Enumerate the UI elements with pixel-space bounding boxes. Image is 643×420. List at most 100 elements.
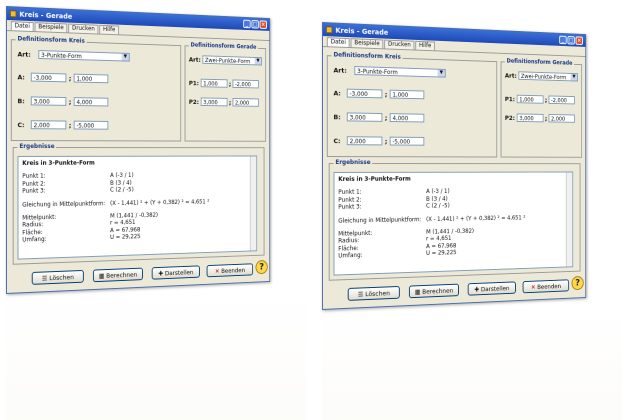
group-gerade: Definitionsform Gerade Art: Zwei-Punkte-… <box>184 41 267 142</box>
plot-icon: ✚ <box>474 285 480 294</box>
separator: ; <box>68 121 72 129</box>
group-kreis: Definitionsform Kreis Art: 3-Punkte-Form… <box>326 51 498 158</box>
loeschen-button[interactable]: ☰ Löschen <box>31 269 84 285</box>
point-c-label: C: <box>17 120 25 129</box>
maximize-icon[interactable]: □ <box>251 20 259 29</box>
separator: ; <box>384 137 388 145</box>
point-p2-label: P2: <box>504 113 515 122</box>
menu-hilfe[interactable]: Hilfe <box>415 40 435 51</box>
point-a-x-input[interactable]: -3,000 <box>30 72 67 83</box>
results-text[interactable]: Kreis in 3-Punkte-Form Punkt 1: A (-3 / 1… <box>333 171 574 276</box>
kreis-art-select[interactable]: 3-Punkte-Form ▼ <box>38 50 130 62</box>
calculator-icon: ▦ <box>414 288 421 297</box>
point-p2-x-input[interactable]: 3,000 <box>200 97 228 107</box>
chevron-down-icon: ▼ <box>121 53 129 61</box>
gerade-art-select[interactable]: Zwei-Punkte-Form ▼ <box>202 55 263 66</box>
group-kreis-title: Definitionsform Kreis <box>331 51 403 61</box>
point-b-y-input[interactable]: 4,000 <box>389 113 425 123</box>
minimize-icon[interactable]: _ <box>243 19 251 29</box>
kreis-art-select[interactable]: 3-Punkte-Form ▼ <box>354 66 446 78</box>
calculator-icon: ▦ <box>98 272 105 281</box>
app-icon <box>325 26 333 34</box>
loeschen-button[interactable]: ☰ Löschen <box>347 285 400 301</box>
button-bar: ☰ Löschen ▦ Berechnen ✚ Darstellen ✕ Beenden… <box>7 259 270 291</box>
clear-icon: ☰ <box>41 274 48 283</box>
darstellen-button[interactable]: ✚ Darstellen <box>151 265 200 280</box>
point-a-y-input[interactable]: 1,000 <box>389 89 425 100</box>
results-scrollbar[interactable] <box>565 172 573 267</box>
beenden-button[interactable]: ✕ Beenden <box>206 263 254 278</box>
point-c-y-input[interactable]: -5,000 <box>389 136 425 146</box>
plot-icon: ✚ <box>158 269 164 278</box>
reflection-left <box>6 300 306 420</box>
chevron-down-icon: ▼ <box>254 57 262 65</box>
minimize-icon[interactable]: _ <box>559 35 567 45</box>
help-icon[interactable]: ? <box>255 259 268 275</box>
separator: ; <box>68 74 72 82</box>
point-a-y-input[interactable]: 1,000 <box>73 73 109 84</box>
menu-beispiele[interactable]: Beispiele <box>350 38 384 49</box>
group-kreis-title: Definitionsform Kreis <box>15 35 87 45</box>
point-p2-label: P2: <box>188 97 199 106</box>
exit-icon: ✕ <box>530 283 536 292</box>
close-icon[interactable]: × <box>259 20 267 29</box>
gerade-art-select[interactable]: Zwei-Punkte-Form ▼ <box>518 71 579 82</box>
point-p1-y-input[interactable]: -2,000 <box>548 95 575 105</box>
results-title: Ergebnisse <box>17 143 57 150</box>
point-p1-label: P1: <box>504 94 515 103</box>
point-c-x-input[interactable]: 2,000 <box>30 120 67 130</box>
kreis-art-label: Art: <box>17 49 31 59</box>
maximize-icon[interactable]: □ <box>567 36 575 45</box>
point-c-label: C: <box>333 136 341 145</box>
group-gerade-title: Definitionsform Gerade <box>188 41 259 51</box>
point-p1-label: P1: <box>188 78 199 87</box>
group-gerade-title: Definitionsform Gerade <box>504 57 575 67</box>
kreis-art-value: 3-Punkte-Form <box>41 52 82 61</box>
help-icon[interactable]: ? <box>571 275 584 291</box>
menu-hilfe[interactable]: Hilfe <box>99 24 119 35</box>
point-a-label: A: <box>17 72 25 81</box>
beenden-button[interactable]: ✕ Beenden <box>522 279 570 294</box>
reflection-right <box>322 316 622 420</box>
point-b-y-input[interactable]: 4,000 <box>73 97 109 107</box>
gerade-art-value: Zwei-Punkte-Form <box>520 73 567 82</box>
point-p1-x-input[interactable]: 1,000 <box>200 78 228 88</box>
group-results: Ergebnisse Kreis in 3-Punkte-Form Punkt … <box>12 143 265 265</box>
point-p1-y-input[interactable]: -2,000 <box>232 79 259 89</box>
clear-icon: ☰ <box>357 290 364 299</box>
point-a-label: A: <box>333 88 341 97</box>
group-results: Ergebnisse Kreis in 3-Punkte-Form Punkt … <box>328 159 581 281</box>
point-c-y-input[interactable]: -5,000 <box>73 120 109 130</box>
results-text[interactable]: Kreis in 3-Punkte-Form Punkt 1: A (-3 / 1… <box>17 155 258 260</box>
menu-drucken[interactable]: Drucken <box>384 39 415 50</box>
point-b-label: B: <box>17 96 25 105</box>
point-p2-y-input[interactable]: 2,000 <box>548 114 575 123</box>
chevron-down-icon: ▼ <box>570 73 578 81</box>
exit-icon: ✕ <box>214 267 220 276</box>
kreis-art-label: Art: <box>333 65 347 75</box>
point-a-x-input[interactable]: -3,000 <box>346 88 383 99</box>
point-c-x-input[interactable]: 2,000 <box>346 136 383 146</box>
point-b-x-input[interactable]: 3,000 <box>346 112 383 122</box>
results-scrollbar[interactable] <box>249 156 257 251</box>
app-icon <box>9 10 17 18</box>
gerade-art-label: Art: <box>188 55 201 64</box>
darstellen-button[interactable]: ✚ Darstellen <box>467 281 516 296</box>
separator: ; <box>384 90 388 98</box>
results-title: Ergebnisse <box>333 159 373 166</box>
point-b-x-input[interactable]: 3,000 <box>30 96 67 106</box>
menu-datei[interactable]: Datei <box>10 21 34 32</box>
separator: ; <box>68 97 72 106</box>
menu-datei[interactable]: Datei <box>326 37 350 48</box>
berechnen-button[interactable]: ▦ Berechnen <box>408 283 459 299</box>
menu-drucken[interactable]: Drucken <box>68 23 99 34</box>
close-icon[interactable]: × <box>575 36 583 45</box>
point-p2-y-input[interactable]: 2,000 <box>232 98 259 107</box>
point-p1-x-input[interactable]: 1,000 <box>516 94 544 104</box>
menu-beispiele[interactable]: Beispiele <box>34 22 68 33</box>
berechnen-button[interactable]: ▦ Berechnen <box>92 267 143 283</box>
point-p2-x-input[interactable]: 3,000 <box>516 113 544 123</box>
separator: ; <box>384 113 388 122</box>
kreis-art-value: 3-Punkte-Form <box>357 68 398 77</box>
app-window: Kreis - Gerade _ □ × Datei Beispiele Dru… <box>322 22 587 310</box>
